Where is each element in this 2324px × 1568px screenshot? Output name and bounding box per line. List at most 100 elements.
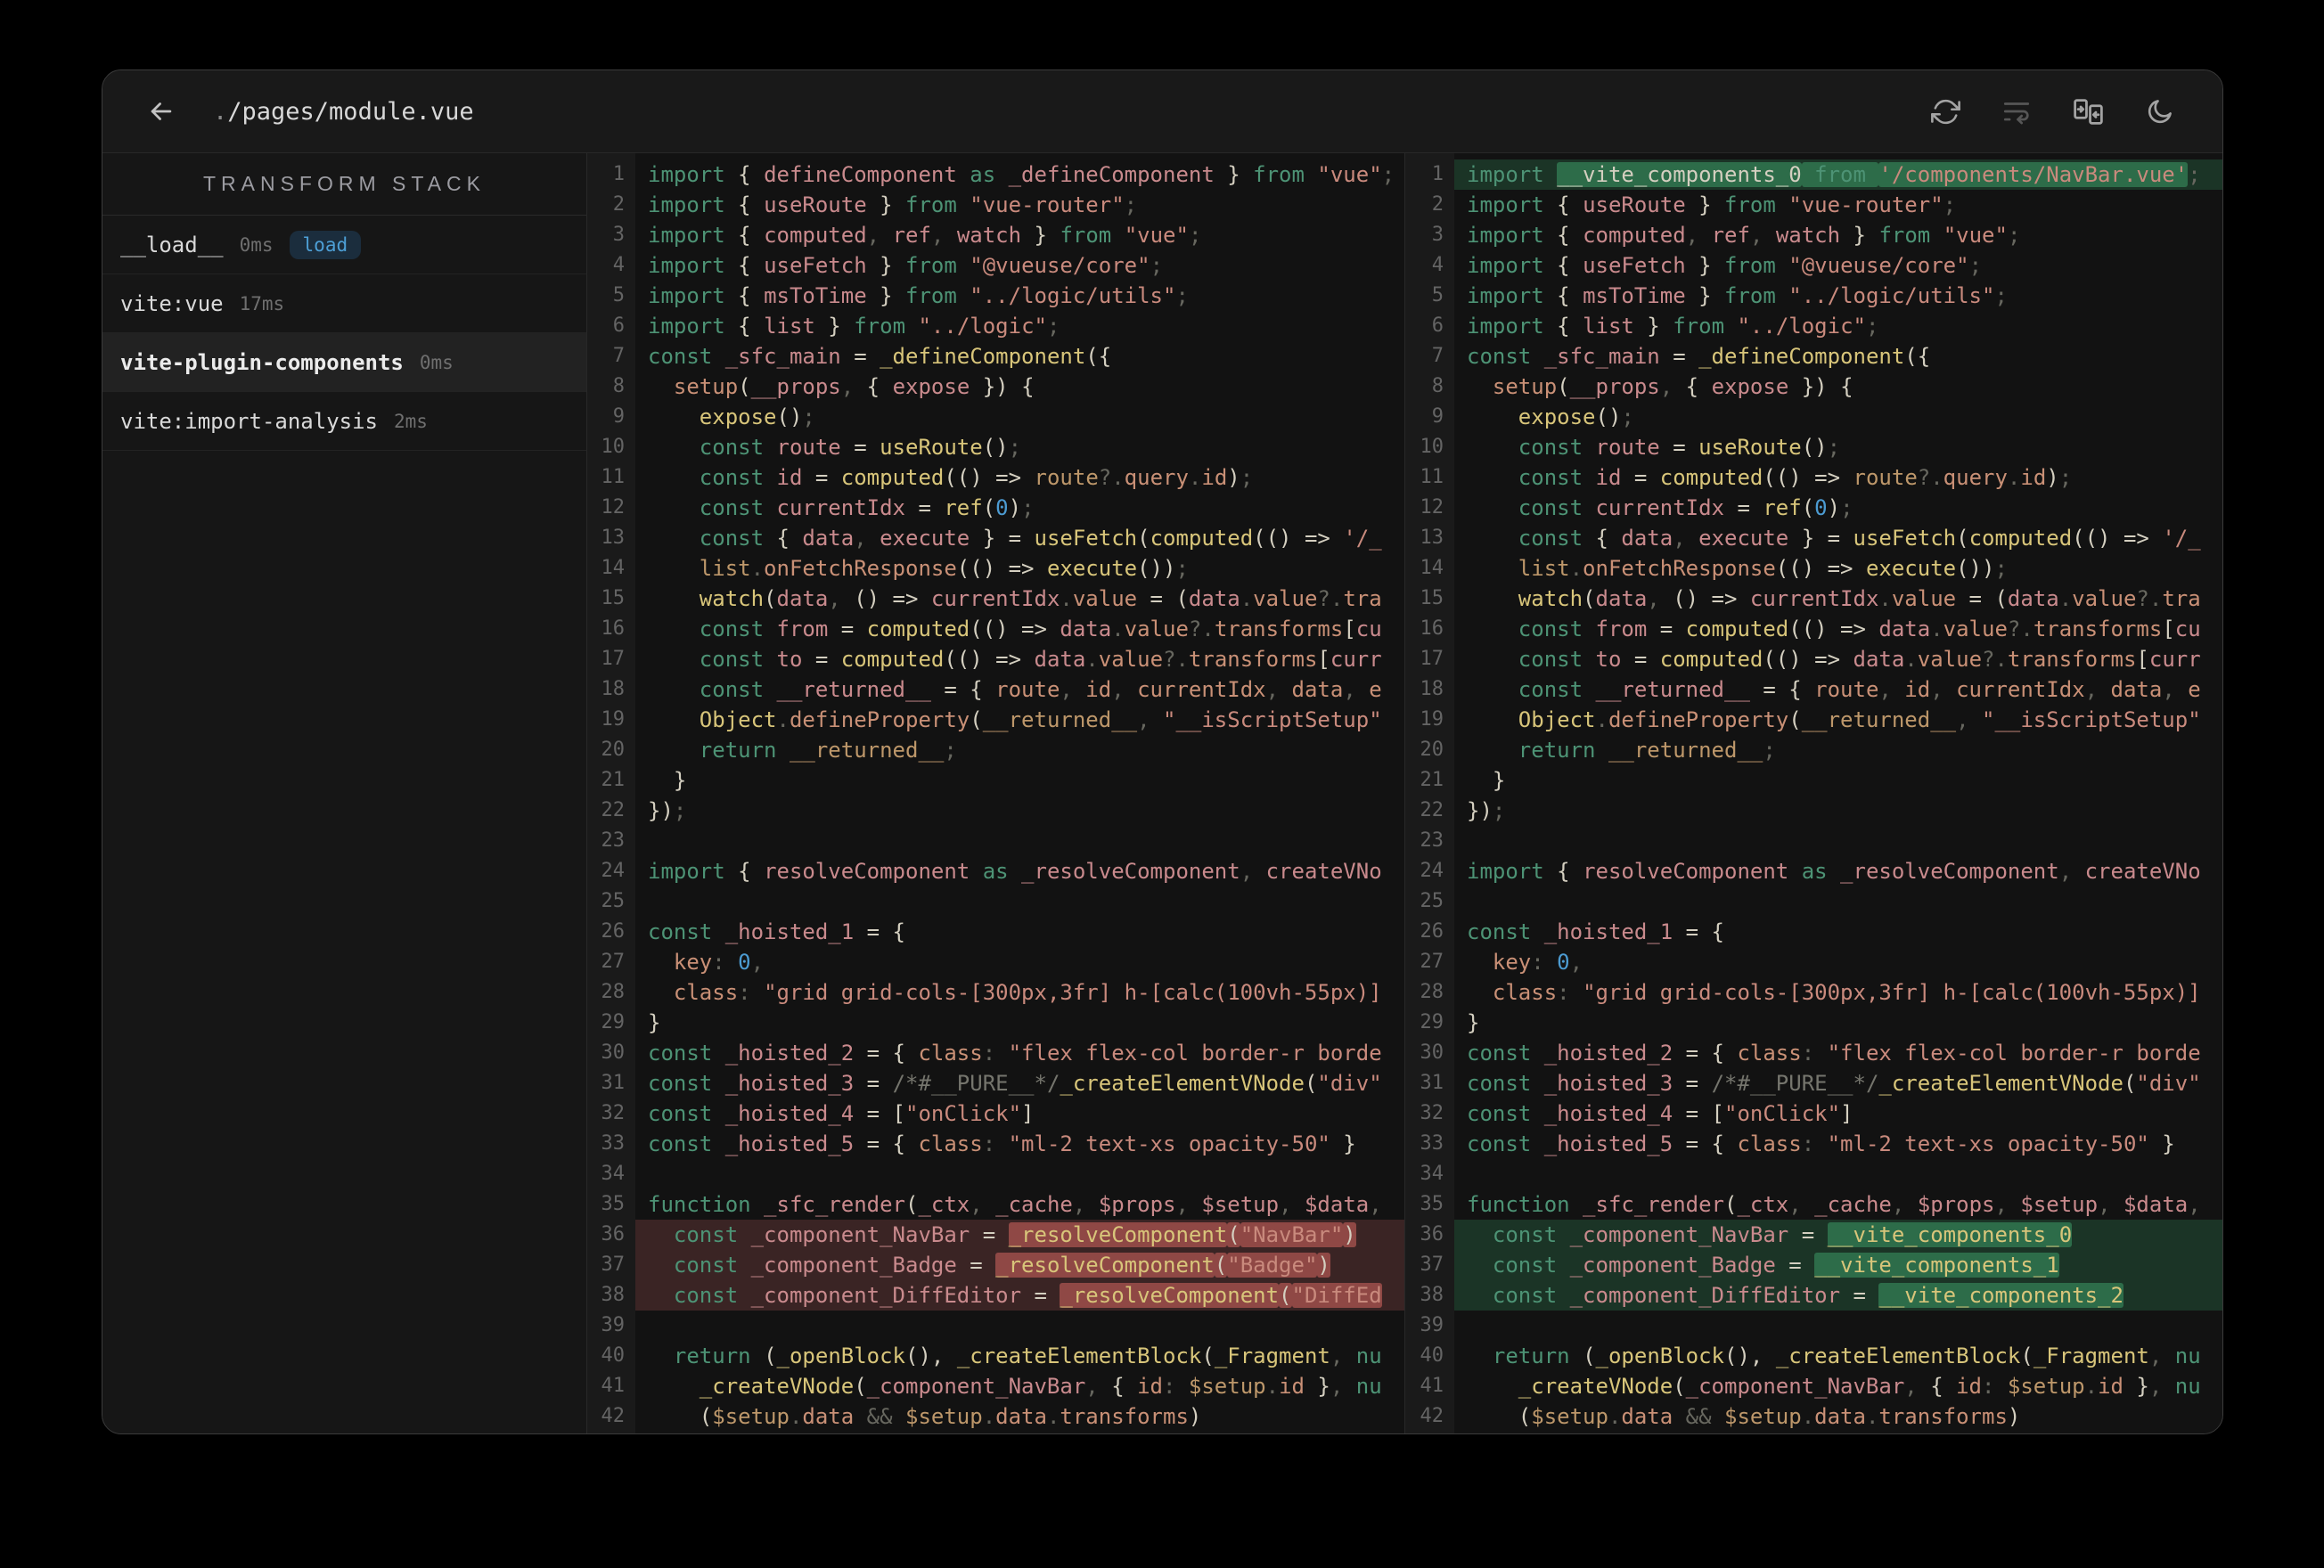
line-number: 15 — [601, 587, 626, 609]
code-text: const to = computed(() => data.value?.tr… — [699, 647, 1382, 672]
code-line: 29} — [587, 1008, 1404, 1038]
code-text: setup(__props, { expose }) { — [673, 374, 1035, 399]
code-line: 15 watch(data, () => currentIdx.value = … — [587, 584, 1404, 614]
line-number: 10 — [1420, 436, 1444, 458]
line-number: 16 — [1420, 617, 1444, 640]
code-text: function _sfc_render(_ctx, _cache, $prop… — [648, 1192, 1382, 1217]
line-number: 22 — [601, 799, 626, 821]
code-text: _createVNode(_component_NavBar, { id: $s… — [699, 1374, 1382, 1399]
code-text: const from = computed(() => data.value?.… — [1518, 617, 2201, 641]
sidebar-item--load-[interactable]: __load__ 0ms load — [102, 216, 586, 274]
line-number: 5 — [1431, 284, 1444, 306]
inspector-window: ./pages/module.vue TRANSFORM STACK __loa… — [102, 69, 2223, 1434]
code-line: 22}); — [1405, 796, 2222, 826]
code-line: 3 import { computed, ref, watch } from "v… — [587, 220, 1404, 250]
line-number: 28 — [1420, 981, 1444, 1003]
main-area: TRANSFORM STACK __load__ 0ms load vite:vue 1… — [102, 153, 2222, 1433]
diff-panel-before[interactable]: 1 import { defineComponent as _defineComp… — [587, 153, 1404, 1433]
code-text: import { resolveComponent as _resolveCom… — [1467, 859, 2201, 884]
code-line: 35 function _sfc_render(_ctx, _cache, $pr… — [587, 1189, 1404, 1220]
plugin-time: 2ms — [393, 410, 428, 432]
diff-panel-after[interactable]: 1 import __vite_components_0 from '/compo… — [1404, 153, 2222, 1433]
transform-stack-list: __load__ 0ms load vite:vue 17ms vite-plugin-c… — [102, 216, 586, 451]
back-button[interactable] — [143, 94, 179, 129]
code-text: import { useFetch } from "@vueuse/core"; — [1467, 253, 1983, 278]
line-number: 13 — [1420, 527, 1444, 549]
code-text: const { data, execute } = useFetch(compu… — [1518, 526, 2201, 551]
line-number: 7 — [1431, 345, 1444, 367]
sidebar-item-vite-import-analysis[interactable]: vite:import-analysis 2ms — [102, 392, 586, 451]
line-number: 21 — [1420, 769, 1444, 791]
code-text: const _hoisted_3 = /*#__PURE__*/_createE… — [1467, 1071, 2201, 1096]
code-line: 6 import { list } from "../logic"; — [587, 311, 1404, 341]
line-number: 3 — [612, 224, 625, 246]
code-text: return (_openBlock(), _createElementBloc… — [673, 1343, 1382, 1368]
moon-icon — [2148, 99, 2172, 123]
code-text: ($setup.data && $setup.data.transforms) — [648, 1404, 1202, 1429]
code-line: 8 setup(__props, { expose }) { — [1405, 372, 2222, 402]
code-line: 19 Object.defineProperty(__returned__, "… — [587, 705, 1404, 735]
code-line: 40 return (_openBlock(), _createElementB… — [587, 1341, 1404, 1371]
code-text: const _sfc_main = _defineComponent({ — [648, 344, 1112, 369]
plugin-time: 0ms — [419, 351, 454, 373]
code-text: class: "grid grid-cols-[300px,3fr] h-[ca… — [673, 980, 1382, 1005]
code-text: return (_openBlock(), _createElementBloc… — [1492, 1343, 2201, 1368]
line-number: 7 — [612, 345, 625, 367]
refresh-button[interactable] — [1925, 91, 1966, 132]
line-number: 4 — [612, 254, 625, 276]
line-number: 10 — [601, 436, 626, 458]
line-number: 39 — [1420, 1314, 1444, 1336]
line-number: 17 — [1420, 648, 1444, 670]
code-line: 14 list.onFetchResponse(() => execute())… — [587, 553, 1404, 584]
code-line: 12 const currentIdx = ref(0); — [1405, 493, 2222, 523]
code-text: const id = computed(() => route?.query.i… — [1518, 465, 2073, 490]
code-line: 5 import { msToTime } from "../logic/util… — [1405, 281, 2222, 311]
diff-view-toggle-button[interactable] — [2067, 91, 2108, 132]
code-line: 12 const currentIdx = ref(0); — [587, 493, 1404, 523]
line-number: 12 — [601, 496, 626, 519]
code-line: 15 watch(data, () => currentIdx.value = … — [1405, 584, 2222, 614]
code-text: import { useFetch } from "@vueuse/core"; — [648, 253, 1164, 278]
code-line: 34 — [1405, 1159, 2222, 1189]
code-text: import { list } from "../logic"; — [1467, 314, 1879, 339]
code-line: 6 import { list } from "../logic"; — [1405, 311, 2222, 341]
code-line: 28 class: "grid grid-cols-[300px,3fr] h-… — [587, 977, 1404, 1008]
code-line: 26 const _hoisted_1 = { — [1405, 917, 2222, 947]
code-text: import __vite_components_0 from '/compon… — [1454, 159, 2222, 190]
line-number: 36 — [1420, 1223, 1444, 1245]
code-text: const to = computed(() => data.value?.tr… — [1518, 647, 2201, 672]
code-text: const _hoisted_4 = ["onClick"] — [648, 1101, 1035, 1126]
code-line: 32 const _hoisted_4 = ["onClick"] — [587, 1098, 1404, 1129]
line-number: 5 — [612, 284, 625, 306]
code-text: import { list } from "../logic"; — [648, 314, 1060, 339]
sidebar-item-vite-plugin-components[interactable]: vite-plugin-components 0ms — [102, 333, 586, 392]
code-line: 4 import { useFetch } from "@vueuse/core"… — [587, 250, 1404, 281]
code-lines-after: 1 import __vite_components_0 from '/compo… — [1405, 153, 2222, 1432]
transform-stack-title: TRANSFORM STACK — [102, 153, 586, 216]
line-number: 37 — [601, 1254, 626, 1276]
code-line: 36 const _component_NavBar = __vite_comp… — [1405, 1220, 2222, 1250]
code-line: 41 _createVNode(_component_NavBar, { id:… — [587, 1371, 1404, 1401]
load-badge: load — [289, 230, 362, 259]
line-number: 24 — [601, 860, 626, 882]
sidebar-item-vite-vue[interactable]: vite:vue 17ms — [102, 274, 586, 333]
line-wrap-toggle-button[interactable] — [1996, 91, 2037, 132]
code-line: 37 const _component_Badge = _resolveComp… — [587, 1250, 1404, 1280]
dark-mode-toggle-button[interactable] — [2139, 91, 2180, 132]
code-text: const _component_DiffEditor = _resolveCo… — [635, 1280, 1404, 1311]
line-number: 21 — [601, 769, 626, 791]
code-text: import { msToTime } from "../logic/utils… — [1467, 283, 2008, 308]
code-text: } — [648, 768, 687, 793]
line-number: 35 — [601, 1193, 626, 1215]
code-line: 27 key: 0, — [587, 947, 1404, 977]
line-number: 39 — [601, 1314, 626, 1336]
line-number: 13 — [601, 527, 626, 549]
code-line: 24 import { resolveComponent as _resolveC… — [1405, 856, 2222, 886]
line-number: 36 — [601, 1223, 626, 1245]
code-line: 24 import { resolveComponent as _resolveC… — [587, 856, 1404, 886]
code-line: 11 const id = computed(() => route?.quer… — [587, 462, 1404, 493]
code-line: 17 const to = computed(() => data.value?… — [1405, 644, 2222, 674]
